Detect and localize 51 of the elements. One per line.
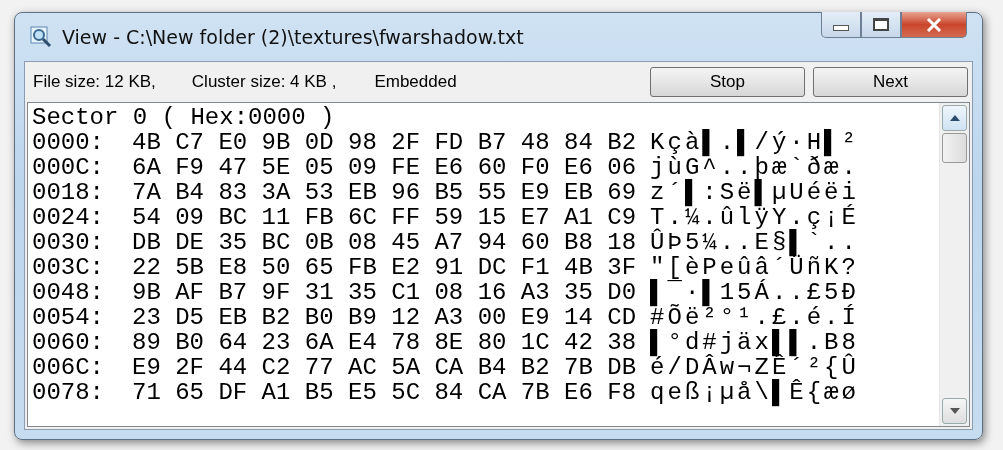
stop-button[interactable]: Stop [650,67,805,97]
scroll-up-button[interactable] [942,105,967,131]
ascii-text: ▌°d#jäx▌▌.B8 [650,330,859,355]
close-button[interactable] [901,12,967,38]
scroll-thumb[interactable] [942,133,967,163]
minimize-button[interactable] [821,12,861,38]
hex-bytes: 22 5B E8 50 65 FB E2 91 DC F1 4B 3F [132,255,637,280]
close-icon [926,17,942,32]
ascii-text: Kçà▌.▌/ý·H▌² [650,130,859,155]
ascii-text: T.¼.ûlÿY.ç¡É [650,205,859,230]
ascii-text: "[èPeûâ´ÜñK? [650,255,859,280]
offset-text: 0054: [32,305,105,330]
up-arrow-icon [949,115,960,121]
scroll-down-button[interactable] [942,398,967,424]
sector-header: Sector 0 ( Hex:0000 ) [32,105,336,130]
ascii-text: ÛÞ5¼..E§▌`.. [650,230,859,255]
hex-bytes: 4B C7 E0 9B 0D 98 2F FD B7 48 84 B2 [132,130,637,155]
scrollbar[interactable] [939,103,969,426]
offset-text: 0078: [32,380,105,405]
offset-text: 0030: [32,230,105,255]
maximize-button[interactable] [861,12,901,38]
offset-text: 003C: [32,255,105,280]
cluster-size-label: Cluster size: 4 KB , [191,72,337,92]
file-size-label: File size: 12 KB, [33,72,156,92]
down-arrow-icon [949,408,960,414]
ascii-text: z´▌:Së▌µUéëi [650,180,859,205]
offset-text: 0000: [32,130,105,155]
hex-bytes: 54 09 BC 11 FB 6C FF 59 15 E7 A1 C9 [132,205,637,230]
next-button[interactable]: Next [813,67,968,97]
window-title: View - C:\New folder (2)\textures\fwarshadow.txt [62,26,524,48]
hex-bytes: DB DE 35 BC 0B 08 45 A7 94 60 B8 18 [132,230,637,255]
ascii-text: #Õë²°¹.£.é.Í [650,305,859,330]
offset-text: 000C: [32,155,105,180]
ascii-text: qeß¡µå\▌Ê{æø [650,380,859,405]
offset-text: 0024: [32,205,105,230]
offset-text: 006C: [32,355,105,380]
offset-text: 0048: [32,280,105,305]
offset-text: 0018: [32,180,105,205]
hex-bytes: E9 2F 44 C2 77 AC 5A CA B4 B2 7B DB [132,355,637,380]
ascii-text: jùG^..þæ`ðæ. [650,155,859,180]
hex-bytes: 89 B0 64 23 6A E4 78 8E 80 1C 42 38 [132,330,637,355]
ascii-text: ▌¯·▌15Á..£5Ð [650,280,859,305]
hex-bytes: 71 65 DF A1 B5 E5 5C 84 CA 7B E6 F8 [132,380,637,405]
magnifier-icon [30,26,52,48]
mode-label: Embedded [374,72,457,92]
ascii-text: é/DÂw¬ZÊ´²{Û [650,355,859,380]
hex-bytes: 6A F9 47 5E 05 09 FE E6 60 F0 E6 06 [132,155,637,180]
offset-text: 0060: [32,330,105,355]
hex-bytes: 23 D5 EB B2 B0 B9 12 A3 00 E9 14 CD [132,305,637,330]
hex-bytes: 7A B4 83 3A 53 EB 96 B5 55 E9 EB 69 [132,180,637,205]
hex-bytes: 9B AF B7 9F 31 35 C1 08 16 A3 35 D0 [132,280,637,305]
